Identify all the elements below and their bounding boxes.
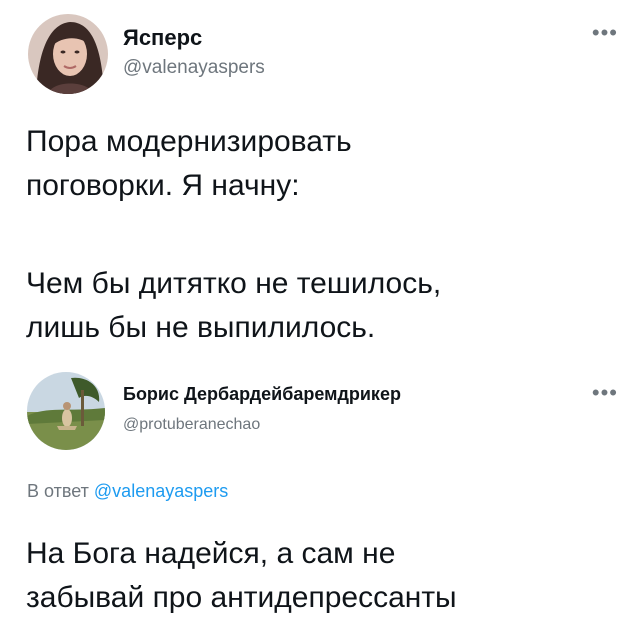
more-horizontal-icon[interactable]: ••• [592,22,618,44]
more-horizontal-icon[interactable]: ••• [592,382,618,404]
tweet-text-line: Пора модернизировать [26,125,352,158]
user-avatar[interactable] [27,372,105,450]
display-name[interactable]: Ясперс [123,25,202,51]
tweet-text: Пора модернизировать поговорки. Я начну:… [26,120,626,350]
tweet-text-line [26,208,626,252]
avatar-photo-icon [27,372,105,450]
user-handle[interactable]: @valenayaspers [123,57,265,79]
tweet-text-line: На Бога надейся, а сам не [26,537,396,570]
user-handle[interactable]: @protuberanechao [123,416,260,434]
tweet-text-line: поговорки. Я начну: [26,169,300,202]
avatar-photo-icon [28,14,108,94]
tweet-text-line: Чем бы дитятко не тешилось, [26,267,442,300]
tweet-text-line: лишь бы не выпилилось. [26,311,376,344]
display-name[interactable]: Борис Дербардейбаремдрикер [123,384,401,405]
tweet-2: Борис Дербардейбаремдрикер @protuberanec… [0,360,640,639]
user-avatar[interactable] [28,14,108,94]
reply-prefix: В ответ [27,481,89,501]
tweet-text: На Бога надейся, а сам не забывай про ан… [26,532,626,620]
reply-context: В ответ @valenayaspers [27,481,228,502]
reply-mention-link[interactable]: @valenayaspers [94,481,228,501]
tweet-1: Ясперс @valenayaspers ••• Пора модернизи… [0,0,640,360]
tweet-text-line: забывай про антидепрессанты [26,581,457,614]
